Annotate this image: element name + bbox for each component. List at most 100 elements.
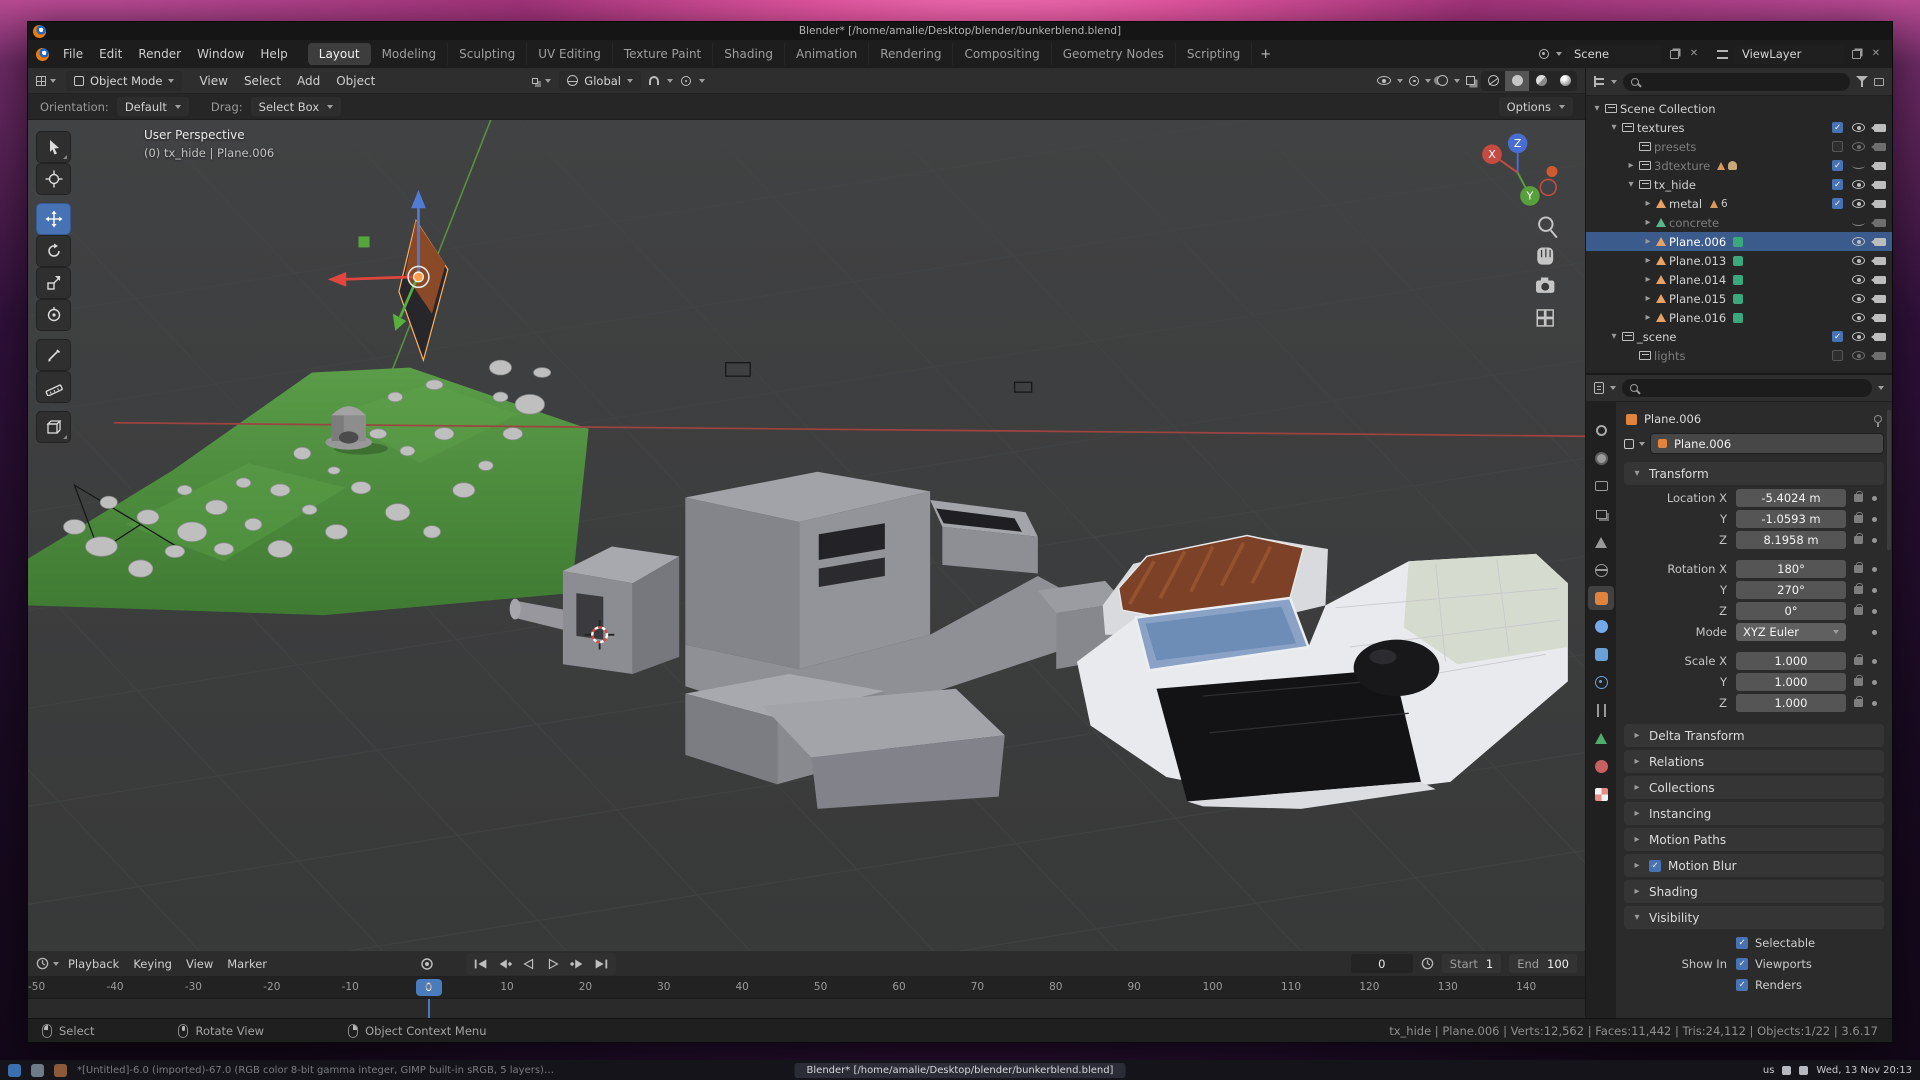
lock-icon[interactable] bbox=[1854, 565, 1863, 573]
timeline-menu[interactable]: Playback bbox=[61, 954, 126, 974]
taskbar-app-icon[interactable] bbox=[8, 1064, 21, 1077]
outliner-row[interactable]: ▸ Plane.013 bbox=[1586, 251, 1892, 270]
scene-copy-button[interactable] bbox=[1666, 46, 1682, 62]
outliner-row[interactable]: ▾ tx_hide bbox=[1586, 175, 1892, 194]
workspace-tab[interactable]: Scripting bbox=[1176, 43, 1252, 65]
taskbar-app-icon[interactable] bbox=[54, 1064, 67, 1077]
chevron-down-icon[interactable] bbox=[1397, 79, 1403, 83]
scene-dropdown-icon[interactable] bbox=[1556, 52, 1562, 56]
outliner-item-label[interactable]: metal bbox=[1669, 197, 1702, 211]
play-reverse-button[interactable] bbox=[518, 955, 540, 973]
collapsed-panel-header[interactable]: ▸ Instancing bbox=[1624, 802, 1884, 825]
properties-tab[interactable] bbox=[1588, 530, 1614, 554]
prev-keyframe-button[interactable] bbox=[494, 955, 516, 973]
expand-arrow-icon[interactable]: ▸ bbox=[1643, 255, 1653, 266]
menubar-menu[interactable]: Render bbox=[130, 44, 189, 64]
collection-checkbox[interactable] bbox=[1832, 198, 1843, 209]
disable-in-renders-toggle[interactable] bbox=[1874, 314, 1886, 322]
collapsed-panel-header[interactable]: ▸ Motion Blur bbox=[1624, 854, 1884, 877]
collapsed-panel-header[interactable]: ▸ Shading bbox=[1624, 880, 1884, 903]
tool-cursor[interactable] bbox=[37, 164, 70, 194]
jump-to-end-button[interactable] bbox=[590, 955, 612, 973]
animate-dot-icon[interactable] bbox=[1872, 609, 1877, 614]
tool-add-cube[interactable] bbox=[37, 412, 70, 442]
workspace-tab[interactable]: Animation bbox=[785, 43, 869, 65]
collapsed-panel-header[interactable]: ▸ Collections bbox=[1624, 776, 1884, 799]
expand-arrow-icon[interactable]: ▸ bbox=[1643, 236, 1653, 247]
menubar-menu[interactable]: Window bbox=[189, 44, 252, 64]
object-data-icon[interactable] bbox=[1624, 439, 1634, 449]
outliner-row[interactable]: ▸ concrete bbox=[1586, 213, 1892, 232]
hide-in-viewport-toggle[interactable] bbox=[1852, 256, 1865, 265]
gizmos-toggle-icon[interactable] bbox=[1409, 76, 1419, 86]
workspace-tab[interactable]: Texture Paint bbox=[613, 43, 713, 65]
current-frame-field[interactable]: 0 bbox=[1351, 954, 1413, 973]
properties-tab[interactable] bbox=[1588, 502, 1614, 526]
chevron-down-icon[interactable] bbox=[1639, 442, 1645, 446]
scrollbar[interactable] bbox=[1887, 410, 1891, 550]
number-field[interactable]: 270° bbox=[1736, 581, 1846, 599]
pivot-point-dropdown[interactable] bbox=[532, 78, 551, 84]
shading-rendered-button[interactable] bbox=[1553, 71, 1577, 91]
outliner-item-label[interactable]: textures bbox=[1637, 121, 1685, 135]
editor-type-button[interactable] bbox=[36, 76, 56, 86]
hide-in-viewport-toggle[interactable] bbox=[1852, 237, 1865, 246]
keyboard-layout[interactable]: us bbox=[1763, 1065, 1775, 1076]
expand-arrow-icon[interactable]: ▸ bbox=[1643, 293, 1653, 304]
filter-icon[interactable] bbox=[1856, 76, 1868, 87]
object-name-field[interactable]: Plane.006 bbox=[1650, 433, 1884, 454]
number-field[interactable]: 8.1958 m bbox=[1736, 531, 1846, 549]
taskbar-app-icon[interactable] bbox=[31, 1064, 44, 1077]
workspace-tab[interactable]: Compositing bbox=[953, 43, 1051, 65]
scene-browse-icon[interactable] bbox=[1536, 46, 1552, 62]
outliner-row[interactable]: ▸ Plane.016 bbox=[1586, 308, 1892, 327]
animate-dot-icon[interactable] bbox=[1872, 588, 1877, 593]
disable-in-renders-toggle[interactable] bbox=[1874, 352, 1886, 360]
drag-dropdown[interactable]: Select Box bbox=[251, 97, 342, 116]
outliner-editor-icon[interactable] bbox=[1594, 76, 1605, 87]
disable-in-renders-toggle[interactable] bbox=[1874, 276, 1886, 284]
proportional-dropdown[interactable] bbox=[699, 79, 705, 83]
chevron-down-icon[interactable] bbox=[1454, 79, 1460, 83]
chevron-down-icon[interactable] bbox=[1611, 80, 1617, 84]
taskbar-gimp-entry[interactable]: *[Untitled]-6.0 (imported)-67.0 (RGB col… bbox=[77, 1065, 557, 1076]
animate-dot-icon[interactable] bbox=[1872, 496, 1877, 501]
expand-arrow-icon[interactable]: ▾ bbox=[1626, 179, 1636, 190]
options-dropdown[interactable]: Options bbox=[1499, 97, 1573, 116]
tool-select-box[interactable] bbox=[37, 132, 70, 162]
lock-icon[interactable] bbox=[1854, 699, 1863, 707]
clock-icon[interactable] bbox=[1421, 957, 1434, 970]
number-field[interactable]: -1.0593 m bbox=[1736, 510, 1846, 528]
filter-dropdown-icon[interactable] bbox=[1878, 386, 1884, 390]
tool-measure[interactable] bbox=[37, 372, 70, 402]
orientation-dropdown[interactable]: Default bbox=[117, 97, 189, 116]
outliner-item-label[interactable]: 3dtexture bbox=[1654, 159, 1710, 173]
expand-arrow-icon[interactable]: ▾ bbox=[1609, 331, 1619, 342]
number-field[interactable]: 1.000 bbox=[1736, 673, 1846, 691]
properties-tab[interactable] bbox=[1588, 446, 1614, 470]
outliner-row[interactable]: ▸ 3dtexture bbox=[1586, 156, 1892, 175]
collection-checkbox[interactable] bbox=[1832, 122, 1843, 133]
workspace-tab[interactable]: Shading bbox=[713, 43, 785, 65]
expand-arrow-icon[interactable]: ▸ bbox=[1626, 160, 1636, 171]
object-visibility-icon[interactable] bbox=[1377, 76, 1391, 85]
lock-icon[interactable] bbox=[1854, 494, 1863, 502]
properties-editor-icon[interactable] bbox=[1594, 382, 1604, 394]
tool-rotate[interactable] bbox=[37, 236, 70, 266]
animate-dot-icon[interactable] bbox=[1872, 701, 1877, 706]
outliner-search-input[interactable] bbox=[1623, 73, 1850, 91]
properties-tab[interactable] bbox=[1588, 474, 1614, 498]
new-collection-icon[interactable] bbox=[1874, 78, 1884, 86]
proportional-editing-icon[interactable] bbox=[681, 76, 691, 86]
outliner-row[interactable]: ▸ metal 6 bbox=[1586, 194, 1892, 213]
number-field[interactable]: 1.000 bbox=[1736, 694, 1846, 712]
workspace-tab[interactable]: UV Editing bbox=[527, 43, 613, 65]
tool-transform[interactable] bbox=[37, 300, 70, 330]
timeline-editor-type-button[interactable] bbox=[36, 957, 59, 970]
lock-icon[interactable] bbox=[1854, 536, 1863, 544]
timeline-menu[interactable]: Keying bbox=[126, 954, 179, 974]
disable-in-renders-toggle[interactable] bbox=[1874, 162, 1886, 170]
viewport-menu[interactable]: Select bbox=[237, 71, 288, 91]
properties-tab[interactable] bbox=[1588, 782, 1614, 806]
workspace-tab[interactable]: Layout bbox=[308, 43, 371, 65]
